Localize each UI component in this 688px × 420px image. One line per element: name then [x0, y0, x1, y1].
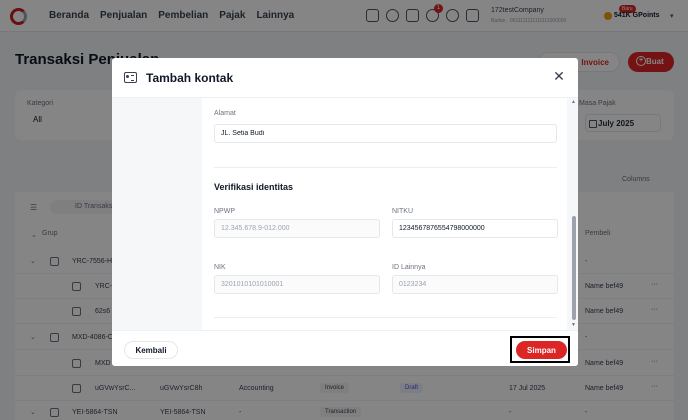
section-divider: [214, 167, 557, 168]
id-lainnya-input[interactable]: [392, 275, 558, 294]
back-button[interactable]: Kembali: [124, 341, 178, 359]
nitku-label: NITKU: [392, 208, 413, 215]
save-button[interactable]: Simpan: [516, 341, 567, 359]
close-icon[interactable]: ✕: [552, 69, 566, 84]
nik-input[interactable]: [214, 275, 380, 294]
nik-label: NIK: [214, 264, 226, 271]
dialog-header: Tambah kontak ✕: [112, 58, 578, 98]
nitku-input[interactable]: [392, 219, 558, 238]
alamat-input[interactable]: [214, 124, 557, 143]
section-divider: [214, 317, 557, 318]
contact-card-icon: [124, 72, 137, 83]
dialog-footer: Kembali Simpan: [112, 330, 578, 366]
form-panel: Alamat Verifikasi identitas NPWP NITKU N…: [202, 98, 567, 330]
npwp-label: NPWP: [214, 208, 235, 215]
id-lainnya-label: ID Lainnya: [392, 264, 426, 271]
dialog-body[interactable]: Alamat Verifikasi identitas NPWP NITKU N…: [112, 98, 578, 330]
scroll-up-arrow-icon[interactable]: ▲: [571, 99, 576, 105]
alamat-label: Alamat: [214, 110, 236, 117]
dialog-title: Tambah kontak: [146, 71, 234, 85]
npwp-input[interactable]: [214, 219, 380, 238]
scrollbar-thumb[interactable]: [572, 216, 576, 320]
add-contact-dialog: Tambah kontak ✕ Alamat Verifikasi identi…: [112, 58, 578, 366]
verification-section-title: Verifikasi identitas: [214, 182, 294, 192]
scroll-down-arrow-icon[interactable]: ▼: [571, 322, 576, 328]
